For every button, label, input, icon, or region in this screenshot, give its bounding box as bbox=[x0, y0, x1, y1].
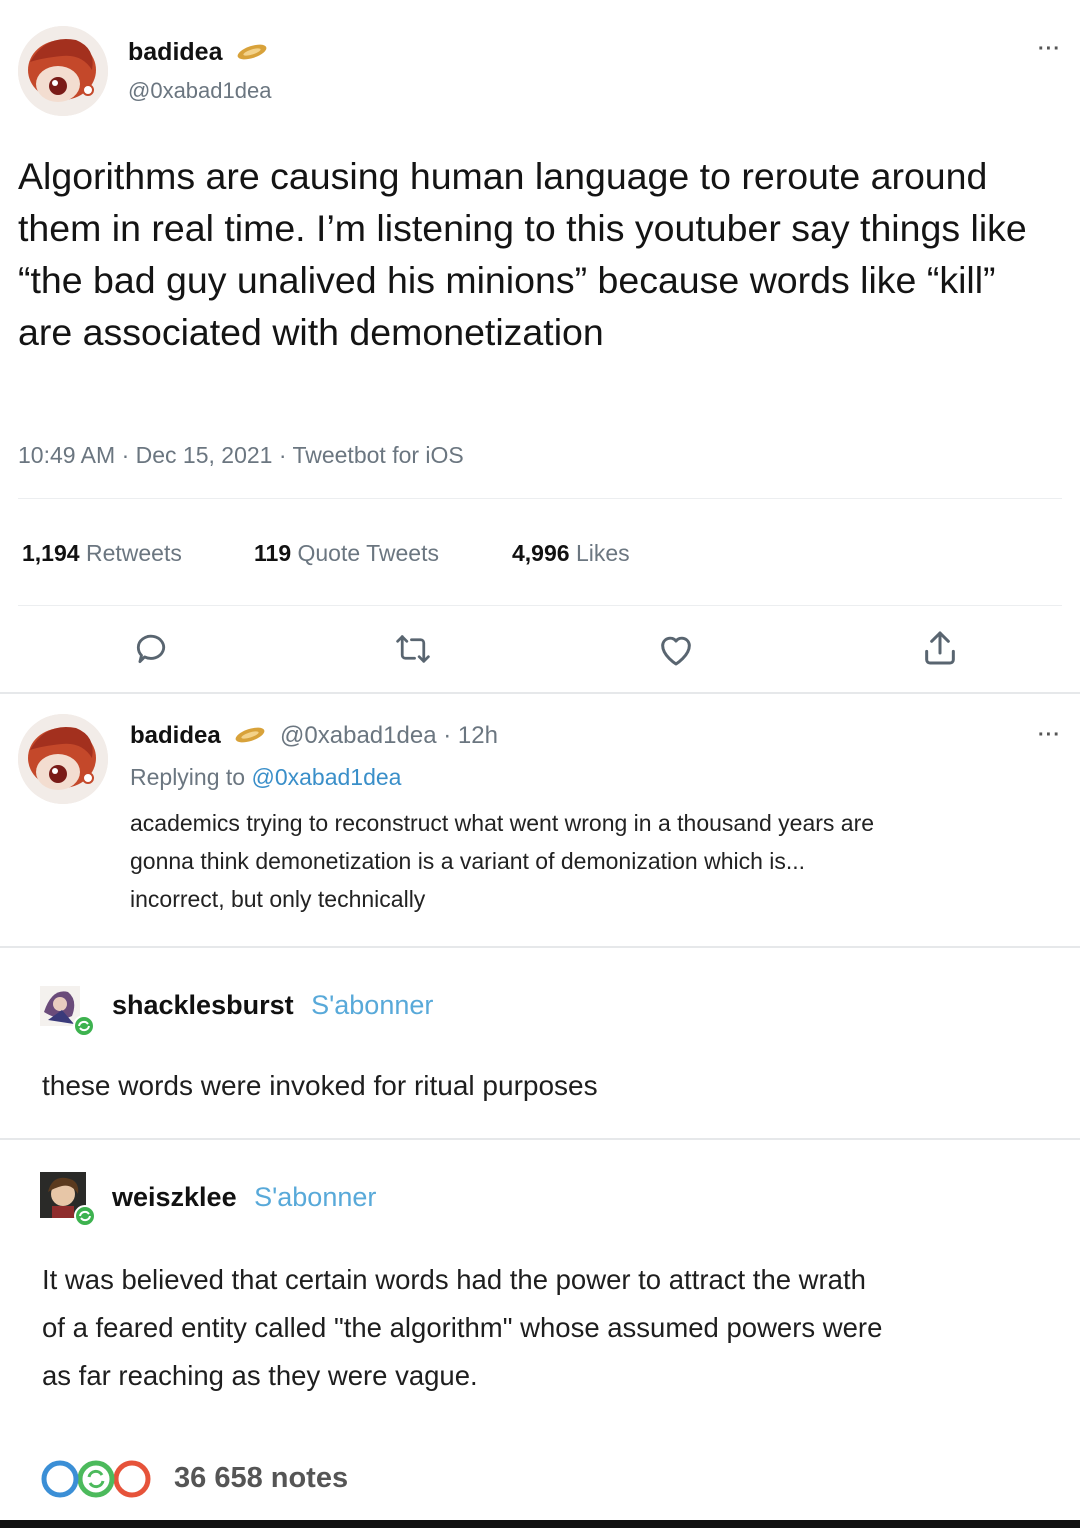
shacklesburst-avatar[interactable] bbox=[38, 982, 95, 1043]
retweets-stat[interactable]: 1,194 Retweets bbox=[22, 540, 182, 567]
reply-icon[interactable] bbox=[132, 630, 170, 673]
more-options-icon[interactable]: ··· bbox=[1038, 38, 1061, 61]
divider bbox=[18, 605, 1062, 606]
quote-tweets-stat[interactable]: 119 Quote Tweets bbox=[254, 540, 439, 567]
like-icon[interactable] bbox=[656, 630, 696, 673]
weiszklee-avatar[interactable] bbox=[38, 1170, 96, 1233]
username[interactable]: shacklesburst bbox=[112, 990, 294, 1020]
notes-icons[interactable] bbox=[40, 1460, 152, 1503]
post-text: these words were invoked for ritual purp… bbox=[42, 1070, 598, 1101]
custom-badge-icon bbox=[235, 39, 269, 68]
follow-button[interactable]: S'abonner bbox=[254, 1182, 376, 1212]
likes-stat[interactable]: 4,996 Likes bbox=[512, 540, 630, 567]
username[interactable]: weiszklee bbox=[112, 1182, 237, 1212]
notes-count[interactable]: 36 658 notes bbox=[174, 1462, 348, 1495]
user-handle[interactable]: @0xabad1dea bbox=[128, 78, 271, 104]
reply-display-name[interactable]: badidea bbox=[130, 722, 221, 749]
share-icon[interactable] bbox=[920, 628, 960, 673]
reply-more-options-icon[interactable]: ··· bbox=[1038, 724, 1061, 747]
follow-button[interactable]: S'abonner bbox=[311, 990, 433, 1020]
tweet-meta: 10:49 AM · Dec 15, 2021 · Tweetbot for i… bbox=[18, 442, 464, 468]
avatar[interactable] bbox=[18, 26, 108, 116]
reply-avatar[interactable] bbox=[18, 714, 108, 804]
custom-badge-icon bbox=[233, 723, 267, 751]
bottom-edge bbox=[0, 1520, 1080, 1528]
divider bbox=[0, 1138, 1080, 1140]
divider bbox=[18, 498, 1062, 499]
display-name[interactable]: badidea bbox=[128, 38, 222, 66]
divider bbox=[0, 946, 1080, 948]
divider bbox=[0, 692, 1080, 694]
replying-to: Replying to @0xabad1dea bbox=[130, 764, 402, 790]
post-text: It was believed that certain words had t… bbox=[42, 1264, 883, 1391]
replying-to-link[interactable]: @0xabad1dea bbox=[251, 764, 401, 790]
reply-handle-time[interactable]: @0xabad1dea · 12h bbox=[280, 722, 498, 749]
reply-text: academics trying to reconstruct what wen… bbox=[130, 810, 875, 912]
retweet-icon[interactable] bbox=[393, 630, 433, 673]
tweet-text: Algorithms are causing human language to… bbox=[18, 155, 1027, 353]
